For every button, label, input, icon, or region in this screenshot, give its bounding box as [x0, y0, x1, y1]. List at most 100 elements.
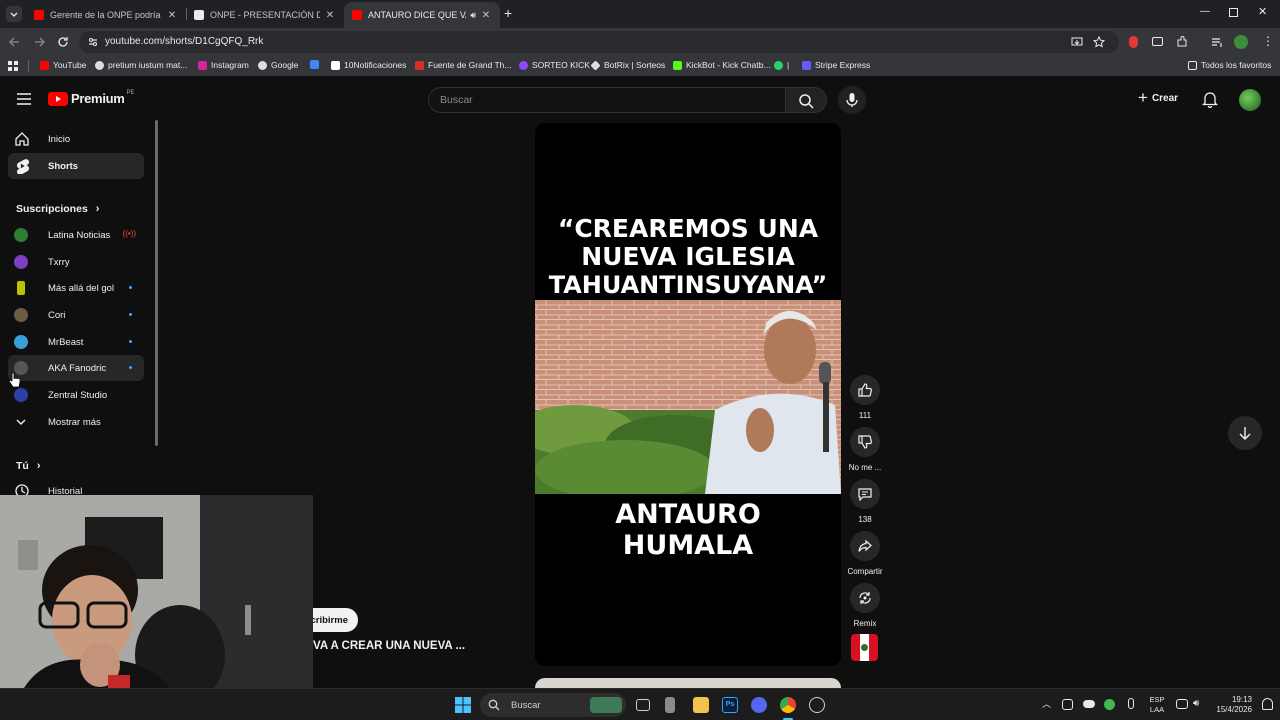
- bookmark-label: pretium iustum mat...: [108, 60, 188, 70]
- site-info-icon[interactable]: [87, 36, 99, 48]
- new-content-dot: [129, 313, 132, 316]
- browser-tab[interactable]: ONPE - PRESENTACIÓN DE RES ✕: [186, 2, 344, 28]
- bookmark-botrix[interactable]: BotRix | Sorteos: [590, 59, 665, 71]
- install-app-icon[interactable]: [1071, 36, 1083, 48]
- show-more-button[interactable]: Mostrar más: [8, 409, 144, 435]
- all-favorites[interactable]: Todos los favoritos: [1188, 60, 1271, 70]
- new-content-dot: [129, 286, 132, 289]
- bookmark-kickbot[interactable]: KickBot - Kick Chatb...: [673, 60, 771, 70]
- sidebar-item-home[interactable]: Inicio: [8, 126, 144, 152]
- you-header[interactable]: Tú ›: [16, 460, 41, 472]
- next-video-button[interactable]: [1228, 416, 1262, 450]
- app-icon[interactable]: [665, 697, 675, 713]
- subscription-zentral-studio[interactable]: Zentral Studio: [8, 382, 144, 408]
- bookmark-stripe[interactable]: Stripe Express: [802, 60, 870, 70]
- discord-icon[interactable]: [751, 697, 767, 713]
- bookmark-colorful[interactable]: [310, 60, 323, 69]
- hamburger-menu-icon[interactable]: [16, 92, 32, 106]
- extensions-puzzle-icon[interactable]: [1175, 35, 1189, 49]
- youtube-header: Premium PE Buscar + Crear: [0, 80, 1280, 120]
- bookmark-whatsapp[interactable]: |: [774, 60, 789, 70]
- chrome-icon[interactable]: [780, 697, 796, 713]
- extension-icon[interactable]: [1152, 37, 1163, 46]
- stripe-icon: [802, 60, 811, 70]
- browser-menu-icon[interactable]: ⋮: [1262, 34, 1274, 48]
- remix-button[interactable]: Remix: [849, 583, 881, 628]
- bookmark-label: KickBot - Kick Chatb...: [686, 60, 771, 70]
- profile-avatar[interactable]: [1234, 35, 1248, 49]
- reload-icon[interactable]: [56, 35, 70, 49]
- create-button[interactable]: + Crear: [1138, 89, 1178, 106]
- share-button[interactable]: Compartir: [847, 531, 883, 576]
- sidebar-scrollbar[interactable]: [155, 120, 158, 446]
- sound-thumbnail[interactable]: [851, 634, 878, 661]
- extension-red-icon[interactable]: [1129, 36, 1138, 48]
- audio-playing-icon[interactable]: 🔊︎: [470, 10, 476, 21]
- caption-line: HUMALA: [622, 530, 754, 561]
- browser-tab[interactable]: Gerente de la ONPE podría seg ✕: [26, 2, 186, 28]
- notification-icon[interactable]: [1262, 698, 1273, 710]
- new-tab-button[interactable]: +: [504, 5, 512, 21]
- search-input[interactable]: Buscar: [428, 87, 786, 113]
- subscription-mrbeast[interactable]: MrBeast: [8, 329, 144, 355]
- bookmark-google[interactable]: Google: [258, 60, 298, 70]
- avatar: [14, 308, 28, 322]
- restore-window-icon[interactable]: [1229, 8, 1238, 17]
- minimize-window-icon[interactable]: —: [1200, 6, 1210, 17]
- sidebar-item-shorts[interactable]: Shorts: [8, 153, 144, 179]
- subscriptions-header[interactable]: Suscripciones ›: [16, 203, 99, 215]
- tab-search-button[interactable]: [6, 6, 22, 22]
- address-bar[interactable]: youtube.com/shorts/D1CgQFQ_Rrk: [79, 31, 1119, 53]
- apps-grid-icon[interactable]: [8, 61, 18, 71]
- tray-icon[interactable]: [1062, 699, 1073, 710]
- network-icon[interactable]: [1176, 699, 1188, 709]
- subscription-aka-fanodric[interactable]: AKA Fanodric: [8, 355, 144, 381]
- close-tab-icon[interactable]: ✕: [480, 10, 492, 21]
- forward-arrow-icon[interactable]: [32, 35, 46, 49]
- browser-tab-active[interactable]: ANTAURO DICE QUE VA A 🔊︎ ✕: [344, 2, 500, 28]
- whatsapp-icon: [774, 60, 783, 70]
- back-arrow-icon[interactable]: [8, 35, 22, 49]
- tray-icon[interactable]: [1104, 699, 1115, 710]
- close-tab-icon[interactable]: ✕: [166, 10, 178, 21]
- app-icon[interactable]: [809, 697, 825, 713]
- notifications-bell-icon[interactable]: [1202, 91, 1218, 108]
- language-indicator[interactable]: ESP LAA: [1146, 695, 1168, 715]
- botrix-icon: [590, 59, 601, 71]
- short-video-player[interactable]: “CREAREMOS UNA NUEVA IGLESIA TAHUANTINSU…: [535, 123, 841, 666]
- bookmark-gta[interactable]: Fuente de Grand Th...: [415, 60, 511, 70]
- photoshop-icon[interactable]: Ps: [722, 697, 738, 713]
- bookmark-instagram[interactable]: Instagram: [198, 60, 249, 70]
- windows-start-icon[interactable]: [455, 697, 471, 713]
- volume-icon[interactable]: 🔊︎: [1193, 698, 1209, 714]
- onedrive-icon[interactable]: [1083, 700, 1095, 708]
- file-explorer-icon[interactable]: [693, 697, 709, 713]
- bookmark-pretium[interactable]: pretium iustum mat...: [95, 60, 187, 70]
- close-tab-icon[interactable]: ✕: [324, 10, 336, 21]
- comments-button[interactable]: 138: [849, 479, 881, 524]
- bookmark-star-icon[interactable]: [1093, 36, 1105, 48]
- bookmark-x[interactable]: 10Notificaciones: [331, 60, 406, 70]
- close-window-icon[interactable]: ✕: [1258, 5, 1267, 18]
- caption-line: “CREAREMOS UNA: [557, 214, 819, 243]
- microphone-icon[interactable]: [1128, 698, 1134, 709]
- system-clock[interactable]: 19:13 15/4/2026: [1210, 695, 1252, 715]
- subscription-mas-alla-del-gol[interactable]: Más allá del gol: [8, 275, 144, 301]
- voice-search-button[interactable]: [838, 86, 866, 114]
- subscription-cori[interactable]: Cori: [8, 302, 144, 328]
- dislike-button[interactable]: No me ...: [849, 427, 881, 472]
- subscription-txrry[interactable]: Txrry: [8, 249, 144, 275]
- subscription-latina-noticias[interactable]: Latina Noticias ((•)): [8, 222, 144, 248]
- task-view-icon[interactable]: [636, 699, 650, 711]
- user-avatar[interactable]: [1239, 89, 1261, 111]
- subscription-label: Más allá del gol: [48, 282, 115, 294]
- f-logo-icon: [415, 60, 424, 70]
- taskbar-search[interactable]: Buscar: [480, 693, 626, 717]
- search-button[interactable]: [786, 87, 827, 113]
- media-controls-icon[interactable]: [1210, 35, 1224, 49]
- bookmark-sorteo-kick[interactable]: SORTEO KICK: [519, 60, 590, 70]
- bookmark-youtube[interactable]: YouTube: [40, 60, 86, 70]
- like-button[interactable]: 111: [849, 375, 881, 420]
- youtube-logo[interactable]: Premium PE: [48, 90, 135, 106]
- show-hidden-icons[interactable]: ︿: [1042, 697, 1051, 710]
